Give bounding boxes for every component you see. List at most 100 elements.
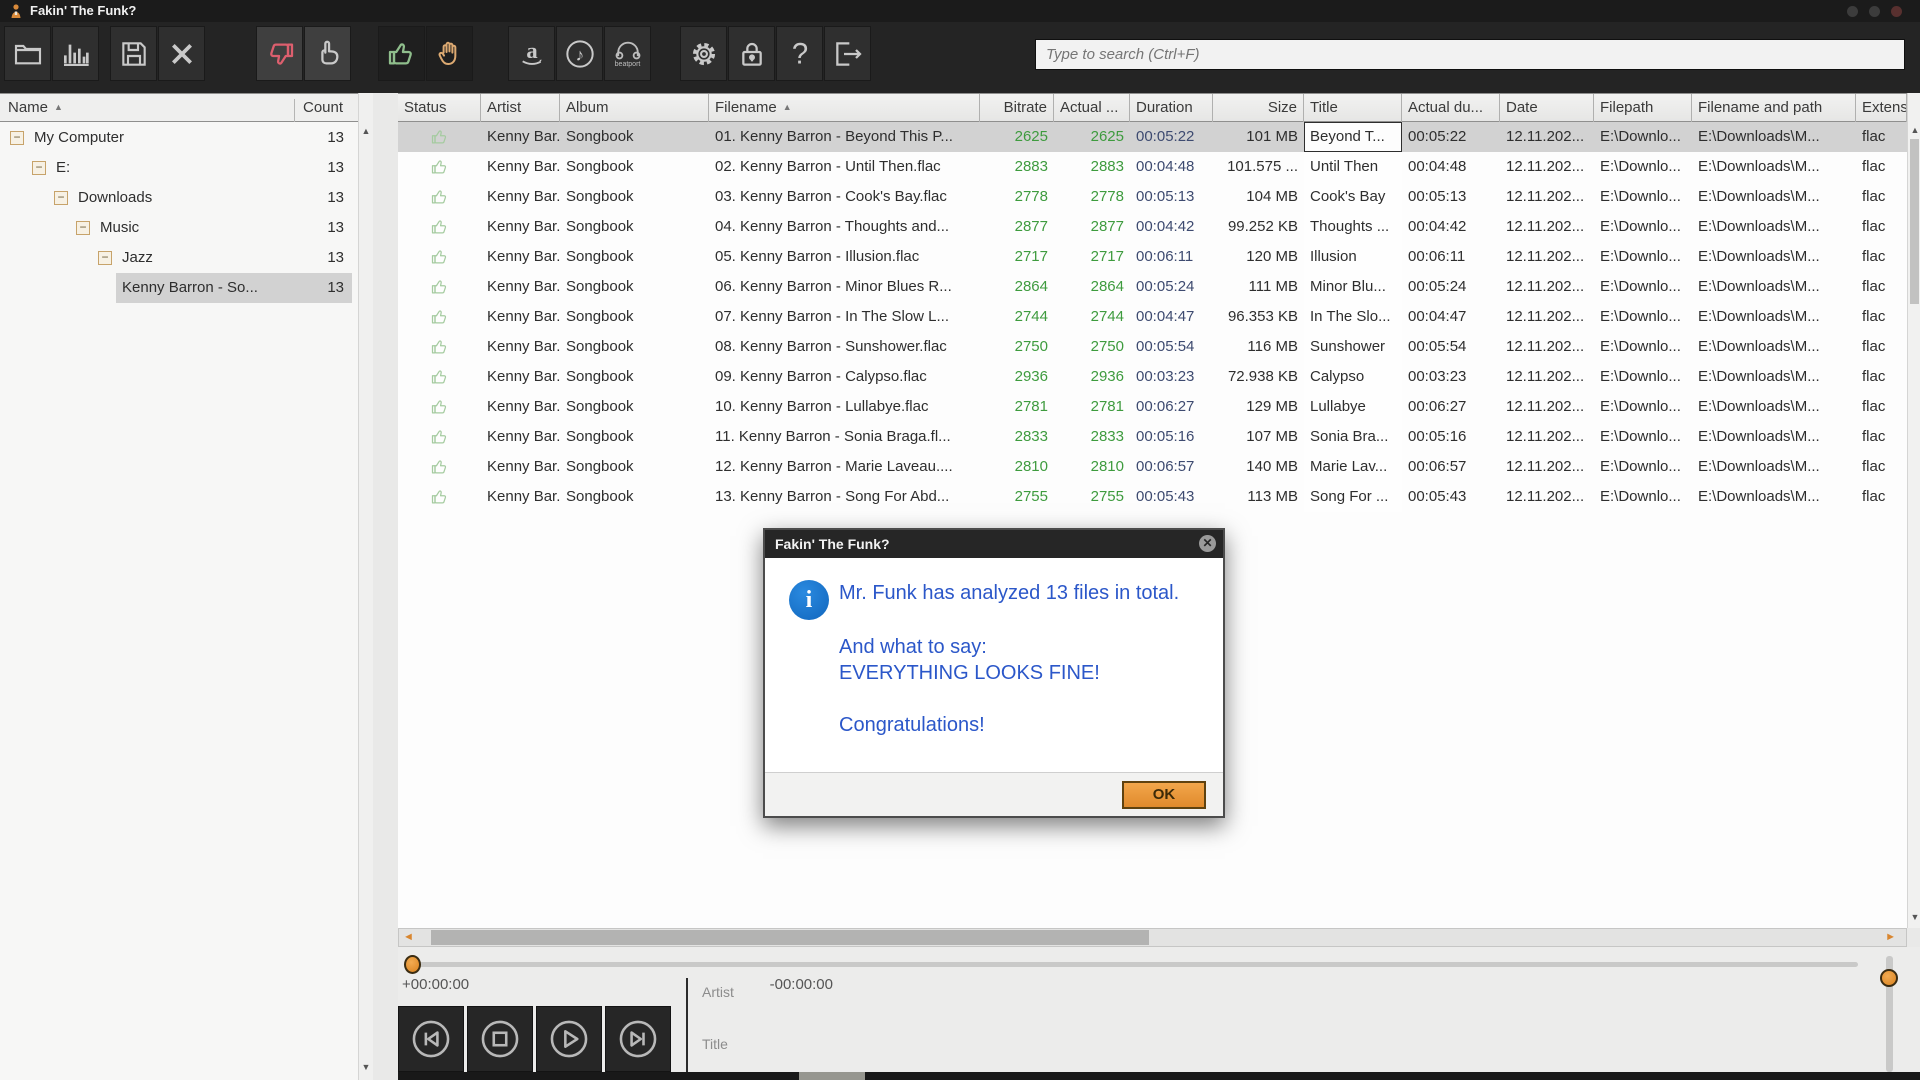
cell-actual_bitrate[interactable]: 2936 [1054, 362, 1130, 392]
cell-filename[interactable]: 02. Kenny Barron - Until Then.flac [709, 152, 980, 182]
cell-duration[interactable]: 00:05:13 [1130, 182, 1213, 212]
cell-artist[interactable]: Kenny Bar... [481, 242, 560, 272]
cell-size[interactable]: 120 MB [1213, 242, 1304, 272]
cell-actual_duration[interactable]: 00:04:47 [1402, 302, 1500, 332]
cell-duration[interactable]: 00:04:48 [1130, 152, 1213, 182]
tree-header-count[interactable]: Count [294, 99, 350, 122]
cell-size[interactable]: 129 MB [1213, 392, 1304, 422]
cell-title[interactable]: Minor Blu... [1304, 272, 1402, 302]
cell-extension[interactable]: flac [1856, 362, 1907, 392]
cell-actual_duration[interactable]: 00:04:42 [1402, 212, 1500, 242]
mark-suspicious-button[interactable] [304, 26, 351, 81]
cell-filename_and_path[interactable]: E:\Downloads\M... [1692, 152, 1856, 182]
cell-date[interactable]: 12.11.202... [1500, 122, 1594, 152]
cell-filepath[interactable]: E:\Downlo... [1594, 152, 1692, 182]
cell-filepath[interactable]: E:\Downlo... [1594, 182, 1692, 212]
cell-actual_bitrate[interactable]: 2755 [1054, 482, 1130, 512]
column-header-status[interactable]: Status [398, 94, 481, 122]
cell-filename[interactable]: 11. Kenny Barron - Sonia Braga.fl... [709, 422, 980, 452]
table-row[interactable]: Kenny Bar...Songbook12. Kenny Barron - M… [398, 452, 1907, 482]
tree-item-kenny-barron-so[interactable]: Kenny Barron - So... 13 [0, 273, 358, 303]
cell-actual_duration[interactable]: 00:05:24 [1402, 272, 1500, 302]
volume-slider-handle[interactable] [1880, 969, 1898, 987]
cell-filepath[interactable]: E:\Downlo... [1594, 332, 1692, 362]
analyze-button[interactable] [52, 26, 99, 81]
cell-filepath[interactable]: E:\Downlo... [1594, 302, 1692, 332]
cell-filename[interactable]: 13. Kenny Barron - Song For Abd... [709, 482, 980, 512]
cell-bitrate[interactable]: 2877 [980, 212, 1054, 242]
cell-duration[interactable]: 00:06:11 [1130, 242, 1213, 272]
search-input[interactable] [1035, 39, 1905, 70]
cell-date[interactable]: 12.11.202... [1500, 182, 1594, 212]
cell-date[interactable]: 12.11.202... [1500, 482, 1594, 512]
cell-filename_and_path[interactable]: E:\Downloads\M... [1692, 302, 1856, 332]
cell-actual_bitrate[interactable]: 2864 [1054, 272, 1130, 302]
tree-collapse-icon[interactable]: − [10, 131, 24, 145]
column-header-duration[interactable]: Duration [1130, 94, 1213, 122]
cell-extension[interactable]: flac [1856, 302, 1907, 332]
cell-size[interactable]: 113 MB [1213, 482, 1304, 512]
progress-slider-handle[interactable] [404, 955, 421, 974]
cell-filename_and_path[interactable]: E:\Downloads\M... [1692, 482, 1856, 512]
cell-title[interactable]: Beyond T... [1304, 122, 1402, 152]
hscroll-thumb[interactable] [431, 930, 1149, 945]
cell-date[interactable]: 12.11.202... [1500, 362, 1594, 392]
cell-bitrate[interactable]: 2833 [980, 422, 1054, 452]
cell-duration[interactable]: 00:03:23 [1130, 362, 1213, 392]
cell-filename_and_path[interactable]: E:\Downloads\M... [1692, 272, 1856, 302]
cell-status[interactable] [398, 332, 481, 362]
cell-extension[interactable]: flac [1856, 272, 1907, 302]
table-row[interactable]: Kenny Bar...Songbook11. Kenny Barron - S… [398, 422, 1907, 452]
cell-date[interactable]: 12.11.202... [1500, 242, 1594, 272]
hscroll-right-icon[interactable]: ► [1885, 931, 1896, 943]
cell-filename_and_path[interactable]: E:\Downloads\M... [1692, 392, 1856, 422]
cell-artist[interactable]: Kenny Bar... [481, 272, 560, 302]
cell-title[interactable]: Sunshower [1304, 332, 1402, 362]
cell-actual_bitrate[interactable]: 2750 [1054, 332, 1130, 362]
cell-size[interactable]: 104 MB [1213, 182, 1304, 212]
cell-title[interactable]: Until Then [1304, 152, 1402, 182]
cell-actual_duration[interactable]: 00:06:11 [1402, 242, 1500, 272]
cell-album[interactable]: Songbook [560, 272, 709, 302]
help-button[interactable]: ? [776, 26, 823, 81]
cell-filepath[interactable]: E:\Downlo... [1594, 272, 1692, 302]
cell-title[interactable]: Illusion [1304, 242, 1402, 272]
cell-filename[interactable]: 09. Kenny Barron - Calypso.flac [709, 362, 980, 392]
table-row[interactable]: Kenny Bar...Songbook08. Kenny Barron - S… [398, 332, 1907, 362]
cell-album[interactable]: Songbook [560, 362, 709, 392]
cell-title[interactable]: In The Slo... [1304, 302, 1402, 332]
table-vertical-scrollbar[interactable]: ▲ ▼ [1907, 93, 1920, 928]
cell-actual_duration[interactable]: 00:03:23 [1402, 362, 1500, 392]
cell-size[interactable]: 99.252 KB [1213, 212, 1304, 242]
cell-album[interactable]: Songbook [560, 182, 709, 212]
cell-actual_bitrate[interactable]: 2625 [1054, 122, 1130, 152]
cell-actual_bitrate[interactable]: 2833 [1054, 422, 1130, 452]
cell-actual_duration[interactable]: 00:04:48 [1402, 152, 1500, 182]
cell-album[interactable]: Songbook [560, 482, 709, 512]
ok-button[interactable]: OK [1122, 781, 1206, 809]
cell-filename[interactable]: 05. Kenny Barron - Illusion.flac [709, 242, 980, 272]
cell-extension[interactable]: flac [1856, 482, 1907, 512]
cell-status[interactable] [398, 422, 481, 452]
cell-duration[interactable]: 00:05:16 [1130, 422, 1213, 452]
tree-collapse-icon[interactable]: − [32, 161, 46, 175]
cell-actual_bitrate[interactable]: 2877 [1054, 212, 1130, 242]
cell-artist[interactable]: Kenny Bar... [481, 392, 560, 422]
table-row[interactable]: Kenny Bar...Songbook04. Kenny Barron - T… [398, 212, 1907, 242]
cell-status[interactable] [398, 302, 481, 332]
cell-date[interactable]: 12.11.202... [1500, 152, 1594, 182]
lock-button[interactable] [728, 26, 775, 81]
cell-artist[interactable]: Kenny Bar... [481, 452, 560, 482]
column-header-bitrate[interactable]: Bitrate [980, 94, 1054, 122]
cell-actual_duration[interactable]: 00:05:22 [1402, 122, 1500, 152]
cell-status[interactable] [398, 122, 481, 152]
save-button[interactable] [110, 26, 157, 81]
cell-actual_bitrate[interactable]: 2781 [1054, 392, 1130, 422]
cell-title[interactable]: Thoughts ... [1304, 212, 1402, 242]
stop-playback-button[interactable] [467, 1006, 533, 1072]
cell-actual_bitrate[interactable]: 2883 [1054, 152, 1130, 182]
cell-album[interactable]: Songbook [560, 152, 709, 182]
cell-duration[interactable]: 00:05:43 [1130, 482, 1213, 512]
cell-bitrate[interactable]: 2755 [980, 482, 1054, 512]
cell-filepath[interactable]: E:\Downlo... [1594, 482, 1692, 512]
